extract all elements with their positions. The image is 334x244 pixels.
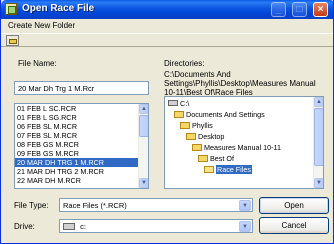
directory-tree-item-label: Measures Manual 10-11 <box>204 143 281 152</box>
maximize-button[interactable]: □ <box>292 2 307 17</box>
directory-path-line1: C:\Documents And <box>164 70 231 79</box>
menu-create-new-folder[interactable]: Create New Folder <box>8 21 75 30</box>
directory-tree[interactable]: C:\ Documents And Settings Phyllis Desktop M… <box>164 96 324 189</box>
file-list-item[interactable]: 09 FEB GS M.RCR <box>15 149 148 158</box>
directory-tree-item[interactable]: C:\ <box>168 99 189 108</box>
directory-tree-item-label: C:\ <box>180 99 190 108</box>
directory-tree-item[interactable]: Documents And Settings <box>174 110 265 119</box>
new-folder-button[interactable] <box>6 35 19 46</box>
open-race-file-dialog: Open Race File _ □ × Create New Folder F… <box>0 0 334 244</box>
minimize-button[interactable]: _ <box>271 2 286 17</box>
folder-icon <box>192 144 202 151</box>
scroll-thumb[interactable] <box>139 115 148 137</box>
file-list-item[interactable]: 21 MAR DH TRG 2 M.RCR <box>15 167 148 176</box>
directory-tree-item-label: Desktop <box>198 132 225 141</box>
file-list-item[interactable]: 07 FEB SL M.RCR <box>15 131 148 140</box>
file-name-input[interactable]: 20 Mar Dh Trg 1 M.Rcr <box>14 81 149 95</box>
directory-tree-item-label: Race Files <box>216 165 252 174</box>
directory-tree-item-label: Documents And Settings <box>186 110 265 119</box>
open-button[interactable]: Open <box>259 197 329 214</box>
file-name-label: File Name: <box>18 59 57 68</box>
folder-icon <box>9 39 17 44</box>
folder-icon <box>198 155 208 162</box>
scroll-thumb[interactable] <box>314 108 323 166</box>
cancel-button[interactable]: Cancel <box>259 217 329 234</box>
open-folder-icon <box>204 166 214 173</box>
file-list-item[interactable]: 22 MAR DH M.RCR <box>15 176 148 185</box>
app-icon <box>5 3 17 15</box>
drive-label: Drive: <box>14 222 35 231</box>
drive-icon <box>168 100 178 106</box>
file-list-item[interactable]: 01 FEB L SG.RCR <box>15 113 148 122</box>
menu-bar: Create New Folder <box>1 19 333 33</box>
file-list-item[interactable]: 20 MAR DH TRG 1 M.RCR <box>15 158 148 167</box>
file-list-item[interactable]: 06 FEB SL M.RCR <box>15 122 148 131</box>
file-list-scrollbar[interactable]: ▲ ▼ <box>138 104 148 188</box>
window-title: Open Race File <box>22 3 95 14</box>
scroll-down-arrow-icon[interactable]: ▼ <box>139 178 148 188</box>
directory-tree-item[interactable]: Measures Manual 10-11 <box>192 143 281 152</box>
file-list[interactable]: 01 FEB L SC.RCR 01 FEB L SG.RCR 06 FEB SL … <box>14 103 149 189</box>
drive-icon <box>63 223 75 230</box>
directory-tree-item[interactable]: Race Files <box>204 165 252 174</box>
file-type-label: File Type: <box>14 201 49 210</box>
file-type-value: Race Files (*.RCR) <box>63 201 127 210</box>
directory-tree-item[interactable]: Best Of <box>198 154 234 163</box>
scroll-up-arrow-icon[interactable]: ▲ <box>139 104 148 114</box>
directory-tree-item[interactable]: Desktop <box>186 132 224 141</box>
dropdown-arrow-icon[interactable]: ▼ <box>239 221 251 232</box>
drive-dropdown[interactable]: c: ▼ <box>59 219 253 233</box>
drive-value: c: <box>80 222 86 231</box>
file-list-item[interactable]: 01 FEB L SC.RCR <box>15 104 148 113</box>
scroll-up-arrow-icon[interactable]: ▲ <box>314 97 323 107</box>
directory-tree-scrollbar[interactable]: ▲ ▼ <box>313 97 323 188</box>
title-bar[interactable]: Open Race File _ □ × <box>1 0 333 19</box>
directory-path-line2: Settings\Phyllis\Desktop\Measures Manual <box>164 79 316 88</box>
file-type-dropdown[interactable]: Race Files (*.RCR) ▼ <box>59 198 253 212</box>
directory-tree-item[interactable]: Phyllis <box>180 121 213 130</box>
directory-tree-item-label: Phyllis <box>192 121 213 130</box>
folder-icon <box>186 133 196 140</box>
file-list-item[interactable]: 08 FEB GS M.RCR <box>15 140 148 149</box>
scroll-down-arrow-icon[interactable]: ▼ <box>314 178 323 188</box>
file-list-items: 01 FEB L SC.RCR 01 FEB L SG.RCR 06 FEB SL … <box>15 104 148 185</box>
folder-icon <box>174 111 184 118</box>
folder-icon <box>180 122 190 129</box>
close-button[interactable]: × <box>313 2 328 17</box>
toolbar <box>1 33 333 47</box>
dropdown-arrow-icon[interactable]: ▼ <box>239 200 251 211</box>
directories-label: Directories: <box>164 59 205 68</box>
directory-tree-item-label: Best Of <box>210 154 234 163</box>
